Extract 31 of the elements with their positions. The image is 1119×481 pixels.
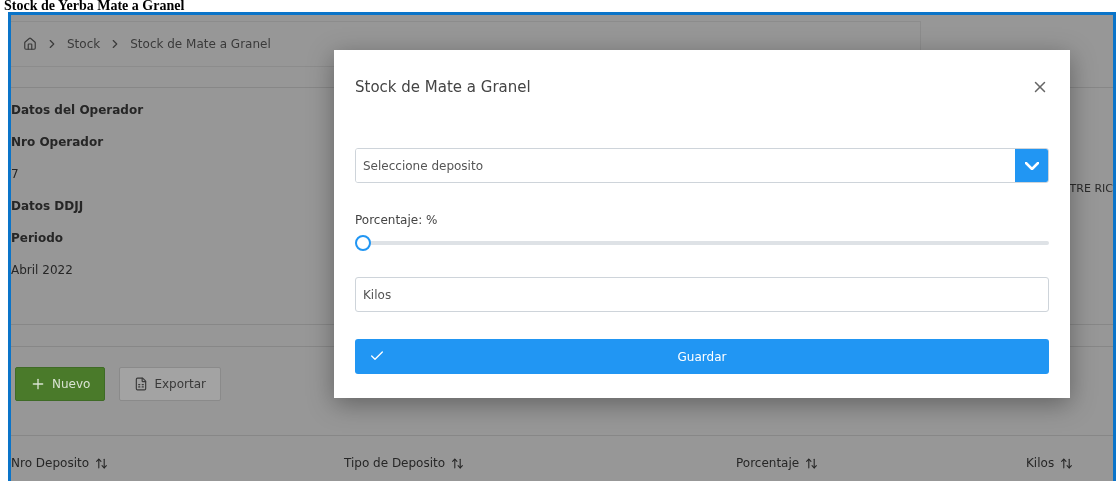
percentage-slider[interactable] (355, 235, 1049, 251)
dropdown-button[interactable] (1015, 149, 1048, 182)
plus-icon (30, 376, 46, 392)
save-button[interactable]: Guardar (355, 339, 1049, 374)
spreadsheet-icon (134, 377, 149, 391)
field-value: TRE RIC (1069, 181, 1113, 195)
chevron-down-icon (1024, 161, 1039, 170)
breadcrumb-link[interactable]: Stock de Mate a Granel (130, 37, 271, 51)
column-header[interactable]: Porcentaje (736, 456, 1026, 470)
page-title: Stock de Yerba Mate a Granel (3, 0, 186, 12)
field-value: Abril 2022 (11, 262, 73, 279)
sort-icon (95, 456, 109, 470)
column-header[interactable]: Tipo de Deposito (344, 456, 736, 470)
sort-icon (451, 456, 465, 470)
slider-label: Porcentaje: % (355, 213, 439, 227)
kilos-field[interactable]: Kilos (355, 277, 1049, 312)
home-icon[interactable] (23, 37, 37, 51)
breadcrumb-link[interactable]: Stock (67, 37, 101, 51)
section-heading: Datos del Operador (11, 102, 144, 119)
new-button[interactable]: Nuevo (15, 367, 106, 401)
field-value: 7 (11, 166, 19, 183)
field-label: Periodo (11, 230, 64, 247)
export-button[interactable]: Exportar (119, 367, 221, 401)
column-header[interactable]: Nro Deposito (11, 456, 344, 470)
sort-icon (1060, 456, 1074, 470)
column-header[interactable]: Kilos (1026, 456, 1113, 470)
slider-thumb[interactable] (355, 235, 371, 251)
dialog-title: Stock de Mate a Granel (355, 78, 531, 96)
section-heading: Datos DDJJ (11, 198, 84, 215)
field-label: Nro Operador (11, 134, 104, 151)
sort-icon (805, 456, 819, 470)
